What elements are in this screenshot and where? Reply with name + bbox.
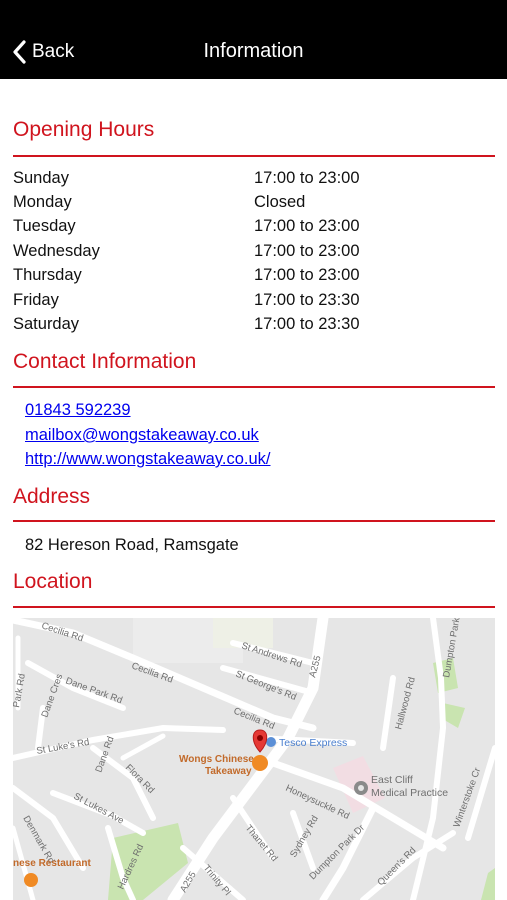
contact-divider	[13, 386, 495, 388]
hours-day: Thursday	[13, 266, 82, 284]
hours-row-saturday: Saturday 17:00 to 23:30	[13, 315, 495, 339]
hours-day: Wednesday	[13, 242, 100, 260]
hours-row-friday: Friday 17:00 to 23:30	[13, 291, 495, 315]
location-heading: Location	[13, 570, 93, 593]
hours-row-thursday: Thursday 17:00 to 23:00	[13, 266, 495, 290]
hours-day: Monday	[13, 193, 72, 211]
opening-hours-divider	[13, 155, 495, 157]
medical-icon-dot	[358, 785, 364, 791]
navigation-bar: Back Information	[0, 0, 507, 79]
website-link[interactable]: http://www.wongstakeaway.co.uk/	[25, 450, 270, 469]
hours-time: 17:00 to 23:30	[254, 291, 360, 309]
page-title: Information	[203, 40, 304, 62]
address-heading: Address	[13, 485, 91, 508]
hours-row-wednesday: Wednesday 17:00 to 23:00	[13, 242, 495, 266]
hours-time: 17:00 to 23:00	[254, 217, 360, 235]
hours-time: Closed	[254, 193, 306, 211]
hours-row-sunday: Sunday 17:00 to 23:00	[13, 169, 495, 193]
shop-icon	[266, 737, 276, 747]
pin-dot	[257, 735, 263, 741]
hours-day: Friday	[13, 291, 59, 309]
hours-time: 17:00 to 23:30	[254, 315, 360, 333]
hours-day: Saturday	[13, 315, 80, 333]
wongs-label-line1: Wongs Chinese	[179, 754, 254, 765]
tesco-poi[interactable]: Tesco Express	[266, 737, 347, 749]
hours-row-tuesday: Tuesday 17:00 to 23:00	[13, 217, 495, 241]
phone-link[interactable]: 01843 592239	[25, 401, 131, 420]
address-text: 82 Hereson Road, Ramsgate	[25, 536, 239, 554]
medical-label-line1: East Cliff	[371, 774, 413, 786]
restaurant-icon	[252, 755, 268, 771]
hours-day: Tuesday	[13, 217, 76, 235]
location-divider	[13, 606, 495, 608]
opening-hours-heading: Opening Hours	[13, 118, 155, 141]
hours-row-monday: Monday Closed	[13, 193, 495, 217]
restaurant-label: nese Restaurant	[13, 858, 91, 869]
address-divider	[13, 520, 495, 522]
tesco-label: Tesco Express	[279, 737, 347, 749]
hours-day: Sunday	[13, 169, 69, 187]
email-link[interactable]: mailbox@wongstakeaway.co.uk	[25, 426, 259, 445]
location-map[interactable]: Cecilia Rd Cecilia Rd Cecilia Rd St Andr…	[13, 618, 495, 900]
restaurant-icon	[24, 873, 38, 887]
contact-heading: Contact Information	[13, 350, 197, 373]
wongs-label-line2: Takeaway	[205, 766, 252, 777]
hours-time: 17:00 to 23:00	[254, 169, 360, 187]
hours-time: 17:00 to 23:00	[254, 266, 360, 284]
hours-time: 17:00 to 23:00	[254, 242, 360, 260]
medical-label-line2: Medical Practice	[371, 787, 448, 799]
